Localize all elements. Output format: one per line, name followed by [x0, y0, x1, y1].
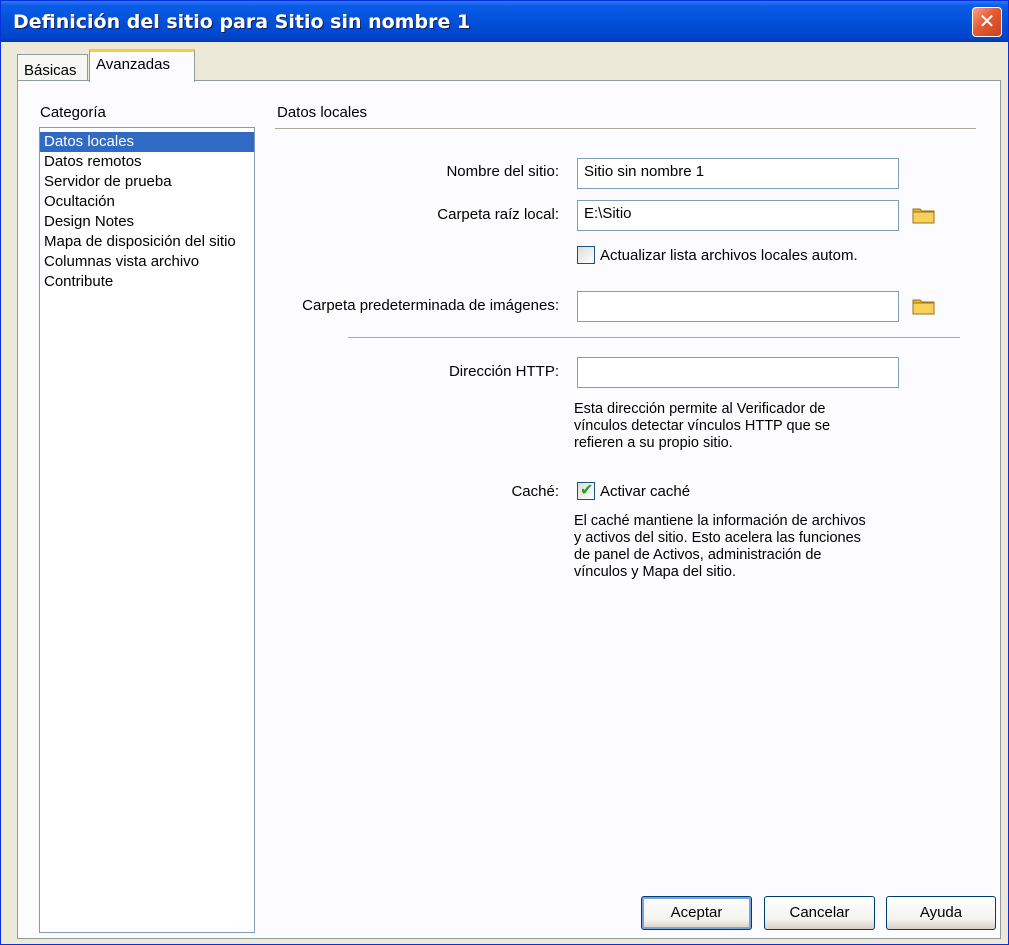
- http-address-label: Dirección HTTP:: [448, 363, 559, 380]
- http-description-line: Esta dirección permite al Verificador de: [574, 401, 826, 417]
- cache-description: El caché mantiene la información de arch…: [574, 513, 866, 581]
- section-title: Datos locales: [277, 104, 368, 121]
- category-item-datos-remotos[interactable]: Datos remotos: [40, 152, 254, 172]
- folder-icon[interactable]: [911, 295, 937, 317]
- section-divider: [275, 128, 976, 130]
- local-root-input[interactable]: E:\Sitio: [577, 200, 899, 231]
- tab-avanzadas[interactable]: Avanzadas: [89, 49, 195, 82]
- http-address-input[interactable]: [577, 357, 899, 388]
- enable-cache-label: Activar caché: [600, 483, 691, 500]
- local-root-label: Carpeta raíz local:: [437, 206, 559, 223]
- category-item-datos-locales[interactable]: Datos locales: [40, 132, 254, 152]
- tab-panel-avanzadas: Categoría Datos locales Datos remotos Se…: [17, 80, 1001, 939]
- cache-description-line: y activos del sitio. Esto acelera las fu…: [574, 530, 861, 546]
- cache-label: Caché:: [511, 483, 559, 500]
- site-name-input[interactable]: Sitio sin nombre 1: [577, 158, 899, 189]
- folder-icon[interactable]: [911, 204, 937, 226]
- category-heading: Categoría: [40, 104, 106, 121]
- checkmark-icon: ✔: [580, 480, 594, 499]
- help-button[interactable]: Ayuda: [886, 896, 996, 930]
- auto-refresh-label: Actualizar lista archivos locales autom.: [600, 247, 858, 264]
- category-list[interactable]: Datos locales Datos remotos Servidor de …: [39, 127, 255, 933]
- http-description-line: refieren a su propio sitio.: [574, 435, 733, 451]
- enable-cache-checkbox[interactable]: ✔: [577, 480, 595, 500]
- category-item-contribute[interactable]: Contribute: [40, 272, 254, 292]
- cache-description-line: vínculos y Mapa del sitio.: [574, 564, 736, 580]
- cancel-button[interactable]: Cancelar: [764, 896, 875, 930]
- category-item-servidor-de-prueba[interactable]: Servidor de prueba: [40, 172, 254, 192]
- http-description-line: vínculos detectar vínculos HTTP que se: [574, 418, 831, 434]
- category-item-columnas-vista[interactable]: Columnas vista archivo: [40, 252, 254, 272]
- form-divider: [348, 337, 960, 339]
- default-images-input[interactable]: [577, 291, 899, 322]
- tab-basicas[interactable]: Básicas: [17, 54, 88, 81]
- close-icon: ✕: [978, 9, 996, 33]
- close-button[interactable]: ✕: [972, 7, 1002, 37]
- cache-description-line: El caché mantiene la información de arch…: [574, 513, 866, 529]
- accept-button[interactable]: Aceptar: [641, 896, 752, 930]
- site-definition-dialog: Definición del sitio para Sitio sin nomb…: [0, 0, 1009, 945]
- cache-description-line: de panel de Activos, administración de: [574, 547, 822, 563]
- dialog-title: Definición del sitio para Sitio sin nomb…: [13, 11, 471, 33]
- category-item-ocultacion[interactable]: Ocultación: [40, 192, 254, 212]
- category-item-mapa-disposicion[interactable]: Mapa de disposición del sitio: [40, 232, 254, 252]
- default-images-label: Carpeta predeterminada de imágenes:: [302, 297, 559, 314]
- http-address-description: Esta dirección permite al Verificador de…: [574, 401, 830, 452]
- site-name-label: Nombre del sitio:: [446, 163, 559, 180]
- tab-bar: Básicas Avanzadas: [1, 42, 1008, 82]
- title-bar[interactable]: Definición del sitio para Sitio sin nomb…: [1, 1, 1008, 42]
- category-item-design-notes[interactable]: Design Notes: [40, 212, 254, 232]
- auto-refresh-checkbox[interactable]: [577, 246, 595, 264]
